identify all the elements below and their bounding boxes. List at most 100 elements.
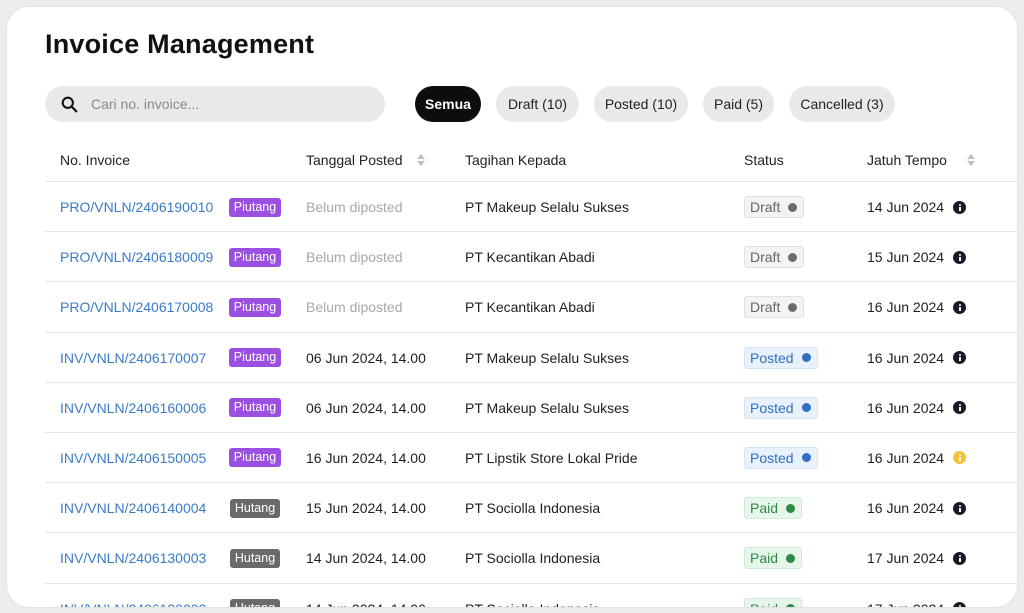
info-icon[interactable] xyxy=(953,200,967,214)
posted-date: 14 Jun 2024, 14.00 xyxy=(306,601,426,608)
posted-date: Belum diposted xyxy=(306,199,403,215)
sort-icon[interactable] xyxy=(966,153,975,167)
status-badge: Posted xyxy=(744,446,818,469)
posted-date: 15 Jun 2024, 14.00 xyxy=(306,500,426,517)
invoice-number-link[interactable]: INV/VNLN/2406170007 xyxy=(60,350,206,366)
bill-to-name: PT Kecantikan Abadi xyxy=(465,299,595,316)
status-label: Paid xyxy=(750,601,778,608)
sort-icon[interactable] xyxy=(416,153,425,167)
table-row[interactable]: INV/VNLN/2406140004 Hutang 15 Jun 2024, … xyxy=(45,483,1017,534)
due-date-cell: 16 Jun 2024 xyxy=(867,282,967,332)
due-date-cell: 17 Jun 2024 xyxy=(867,533,967,583)
invoice-number-link[interactable]: INV/VNLN/2406130002 xyxy=(60,601,206,608)
type-cell: Piutang xyxy=(225,232,285,282)
invoice-number-link[interactable]: INV/VNLN/2406130003 xyxy=(60,550,206,566)
due-date: 17 Jun 2024 xyxy=(867,550,945,567)
type-badge: Piutang xyxy=(228,348,282,368)
table-body: PRO/VNLN/2406190010 Piutang Belum dipost… xyxy=(45,182,1017,607)
info-icon[interactable] xyxy=(953,401,967,415)
filter-draft[interactable]: Draft (10) xyxy=(496,86,579,122)
invoice-cell: INV/VNLN/2406130003 xyxy=(60,533,206,583)
bill-to-cell: PT Sociolla Indonesia xyxy=(465,584,600,608)
posted-date-cell: Belum diposted xyxy=(306,182,403,232)
status-dot-icon xyxy=(788,302,798,312)
info-icon[interactable] xyxy=(953,551,967,565)
status-label: Posted xyxy=(750,349,794,366)
invoice-cell: PRO/VNLN/2406180009 xyxy=(60,232,213,282)
type-badge: Piutang xyxy=(228,297,282,317)
bill-to-name: PT Lipstik Store Lokal Pride xyxy=(465,449,638,466)
warning-icon[interactable] xyxy=(953,451,967,465)
status-label: Draft xyxy=(750,199,781,215)
info-icon[interactable] xyxy=(953,250,967,264)
status-badge: Paid xyxy=(744,547,803,570)
due-date-cell: 16 Jun 2024 xyxy=(867,383,967,433)
invoice-number-link[interactable]: INV/VNLN/2406160006 xyxy=(60,400,206,416)
info-icon[interactable] xyxy=(953,300,967,314)
table-row[interactable]: PRO/VNLN/2406190010 Piutang Belum dipost… xyxy=(45,182,1017,233)
status-badge: Posted xyxy=(744,396,818,419)
filter-posted[interactable]: Posted (10) xyxy=(594,86,688,122)
type-badge: Piutang xyxy=(228,398,282,418)
invoice-number-link[interactable]: PRO/VNLN/2406190010 xyxy=(60,199,213,215)
posted-date: Belum diposted xyxy=(306,299,403,316)
invoice-number-link[interactable]: INV/VNLN/2406140004 xyxy=(60,500,206,516)
table-row[interactable]: INV/VNLN/2406170007 Piutang 06 Jun 2024,… xyxy=(45,333,1017,383)
due-date-cell: 17 Jun 2024 xyxy=(867,584,967,608)
column-header-due-date[interactable]: Jatuh Tempo xyxy=(867,138,975,182)
info-icon[interactable] xyxy=(953,501,967,515)
search-input[interactable] xyxy=(91,96,351,112)
due-date: 16 Jun 2024 xyxy=(867,299,945,316)
status-cell: Posted xyxy=(744,433,818,483)
column-header-posted-date[interactable]: Tanggal Posted xyxy=(306,138,425,182)
status-dot-icon xyxy=(801,353,811,363)
type-cell: Piutang xyxy=(225,333,285,383)
bill-to-name: PT Makeup Selalu Sukses xyxy=(465,399,629,416)
table-row[interactable]: INV/VNLN/2406160006 Piutang 06 Jun 2024,… xyxy=(45,383,1017,433)
invoice-number-link[interactable]: PRO/VNLN/2406170008 xyxy=(60,299,213,315)
posted-date-cell: Belum diposted xyxy=(306,282,403,332)
bill-to-name: PT Sociolla Indonesia xyxy=(465,550,601,567)
status-dot-icon xyxy=(786,553,796,563)
due-date: 16 Jun 2024 xyxy=(867,500,945,517)
bill-to-cell: PT Kecantikan Abadi xyxy=(465,232,595,282)
status-dot-icon xyxy=(786,604,796,607)
posted-date-cell: 14 Jun 2024, 14.00 xyxy=(306,584,426,608)
invoice-cell: INV/VNLN/2406160006 xyxy=(60,383,206,433)
status-label: Posted xyxy=(750,449,794,466)
search-bar[interactable] xyxy=(45,86,385,122)
table-row[interactable]: INV/VNLN/2406130003 Hutang 14 Jun 2024, … xyxy=(45,533,1017,584)
info-icon[interactable] xyxy=(953,602,967,607)
due-date: 16 Jun 2024 xyxy=(867,349,945,366)
posted-date-cell: 06 Jun 2024, 14.00 xyxy=(306,333,426,383)
type-badge: Hutang xyxy=(229,599,281,607)
info-icon[interactable] xyxy=(953,351,967,365)
status-dot-icon xyxy=(801,453,811,463)
due-date: 17 Jun 2024 xyxy=(867,601,944,608)
type-cell: Piutang xyxy=(225,182,285,232)
filter-all[interactable]: Semua xyxy=(415,86,481,122)
bill-to-name: PT Sociolla Indonesia xyxy=(465,500,601,517)
invoice-number-link[interactable]: PRO/VNLN/2406180009 xyxy=(60,249,213,265)
filter-paid[interactable]: Paid (5) xyxy=(703,86,774,122)
bill-to-name: PT Makeup Selalu Sukses xyxy=(465,199,629,215)
status-dot-icon xyxy=(788,252,798,262)
type-cell: Piutang xyxy=(225,383,285,433)
invoice-cell: INV/VNLN/2406150005 xyxy=(60,433,206,483)
status-dot-icon xyxy=(786,503,796,513)
table-row[interactable]: PRO/VNLN/2406180009 Piutang Belum dipost… xyxy=(45,232,1017,283)
posted-date: 14 Jun 2024, 14.00 xyxy=(306,550,426,567)
bill-to-cell: PT Makeup Selalu Sukses xyxy=(465,333,629,383)
bill-to-cell: PT Sociolla Indonesia xyxy=(465,533,600,583)
invoice-number-link[interactable]: INV/VNLN/2406150005 xyxy=(60,450,206,466)
filter-cancelled[interactable]: Cancelled (3) xyxy=(789,86,895,122)
table-row[interactable]: INV/VNLN/2406130002 Hutang 14 Jun 2024, … xyxy=(45,584,1017,608)
invoice-cell: INV/VNLN/2406130002 xyxy=(60,584,206,608)
table-header: No. Invoice Tanggal Posted Tagihan Kepad… xyxy=(45,138,1017,182)
table-row[interactable]: INV/VNLN/2406150005 Piutang 16 Jun 2024,… xyxy=(45,433,1017,484)
status-badge: Paid xyxy=(744,597,803,608)
due-date: 16 Jun 2024 xyxy=(867,449,945,466)
table-row[interactable]: PRO/VNLN/2406170008 Piutang Belum dipost… xyxy=(45,282,1017,333)
type-badge: Piutang xyxy=(228,448,282,468)
invoice-table: No. Invoice Tanggal Posted Tagihan Kepad… xyxy=(45,138,1017,607)
